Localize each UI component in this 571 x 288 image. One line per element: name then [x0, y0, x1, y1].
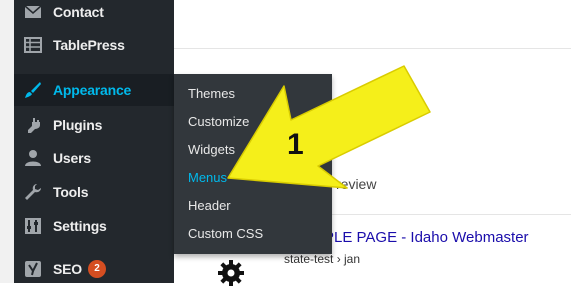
appearance-submenu: Themes Customize Widgets Menus Header Cu…: [174, 74, 332, 254]
wrench-icon: [23, 182, 43, 202]
gear-icon[interactable]: [216, 258, 246, 288]
plug-icon: [23, 115, 43, 135]
sidebar-item-seo[interactable]: SEO 2: [14, 253, 174, 285]
sidebar-item-users[interactable]: Users: [14, 142, 174, 174]
sidebar-item-appearance[interactable]: Appearance: [14, 74, 174, 106]
sidebar-item-label: SEO: [53, 261, 82, 277]
sidebar-item-label: Tools: [53, 184, 89, 200]
sidebar-item-contact[interactable]: Contact: [14, 0, 174, 28]
search-result-title[interactable]: PLE PAGE - Idaho Webmaster: [324, 229, 529, 246]
submenu-item-customize[interactable]: Customize: [188, 112, 249, 132]
sidebar-item-label: Settings: [53, 218, 107, 234]
sidebar-item-tablepress[interactable]: TablePress: [14, 29, 174, 61]
sidebar-item-label: Appearance: [53, 82, 132, 98]
sidebar-item-label: Plugins: [53, 117, 103, 133]
submenu-item-menus[interactable]: Menus: [188, 168, 227, 188]
submenu-item-widgets[interactable]: Widgets: [188, 140, 235, 160]
preview-label: review: [336, 176, 377, 192]
divider: [174, 48, 571, 49]
yoast-icon: [23, 259, 43, 279]
user-icon: [23, 148, 43, 168]
sidebar-item-plugins[interactable]: Plugins: [14, 109, 174, 141]
sidebar-item-settings[interactable]: Settings: [14, 210, 174, 242]
submenu-item-themes[interactable]: Themes: [188, 84, 235, 104]
envelope-icon: [23, 2, 43, 22]
sidebar-item-label: TablePress: [53, 37, 125, 53]
admin-sidebar: Contact TablePress Appearance Plugins Us…: [14, 0, 174, 283]
paintbrush-icon: [23, 80, 43, 100]
sidebar-item-label: Contact: [53, 4, 104, 20]
sliders-icon: [23, 216, 43, 236]
search-result-url: state-test › jan: [284, 252, 361, 266]
sidebar-item-label: Users: [53, 150, 91, 166]
sidebar-item-tools[interactable]: Tools: [14, 176, 174, 208]
table-icon: [23, 35, 43, 55]
annotation-number: 1: [287, 128, 304, 161]
submenu-item-header[interactable]: Header: [188, 196, 231, 216]
submenu-item-custom-css[interactable]: Custom CSS: [188, 224, 263, 244]
update-count-badge: 2: [87, 260, 106, 278]
